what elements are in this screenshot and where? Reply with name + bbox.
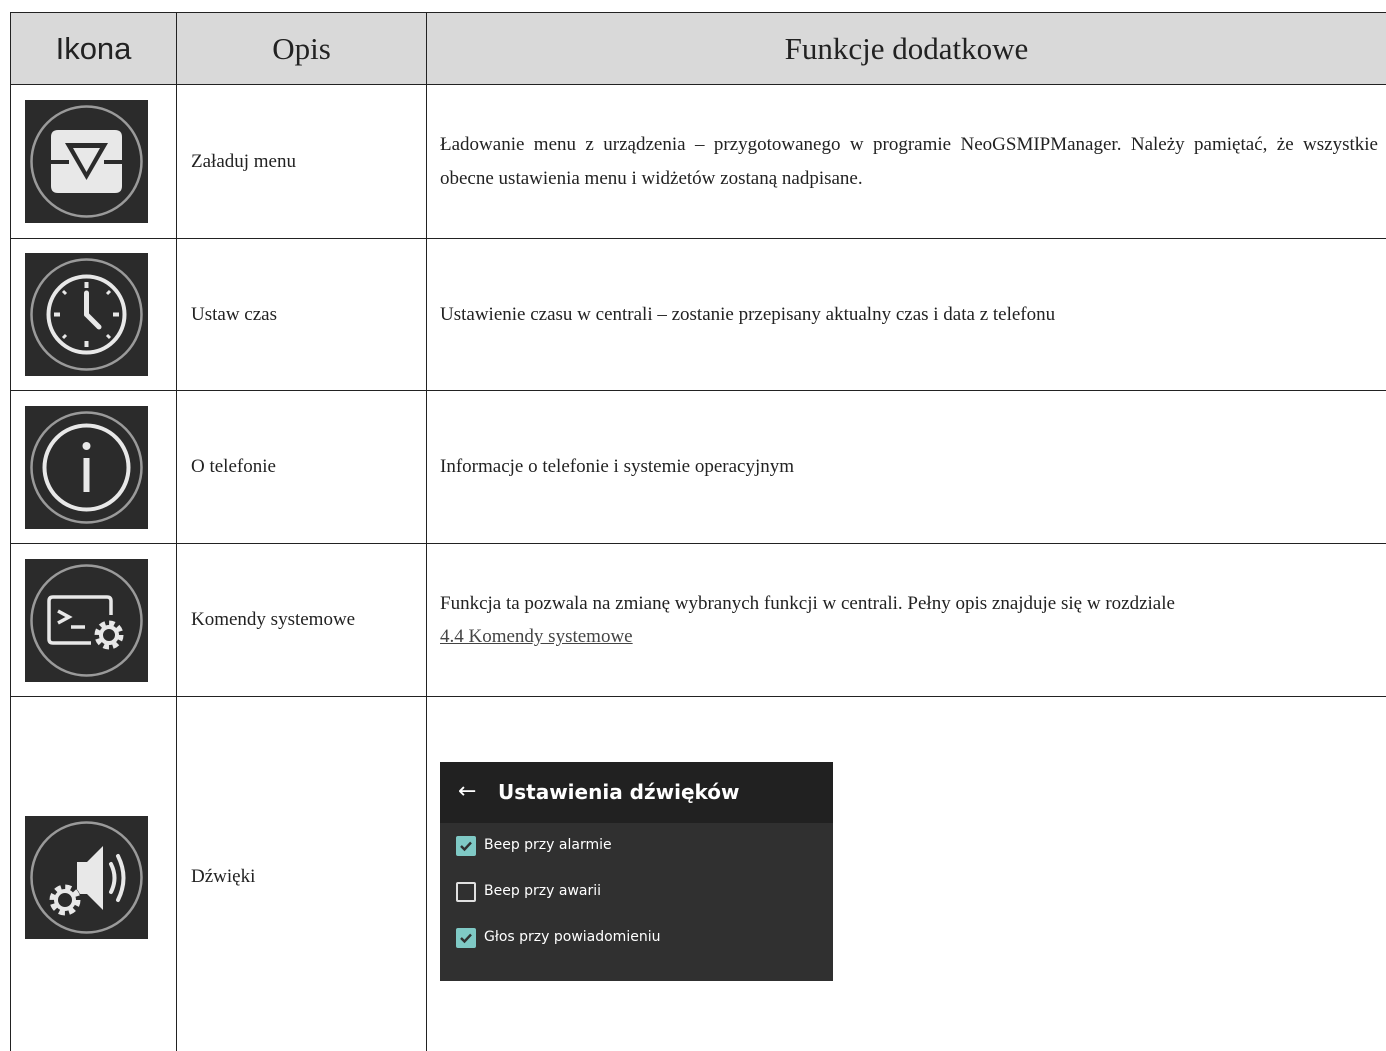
table-row: Załaduj menu Ładowanie menu z urządzenia…: [10, 84, 1386, 239]
option-label: Głos przy powiadomieniu: [484, 929, 661, 946]
header-function: Funkcje dodatkowe: [426, 12, 1386, 85]
option-beep-alarm[interactable]: Beep przy alarmie: [440, 823, 833, 869]
table-row: Komendy systemowe Funkcja ta pozwala na …: [10, 543, 1386, 697]
option-label: Beep przy alarmie: [484, 837, 612, 854]
option-voice-notification[interactable]: Głos przy powiadomieniu: [440, 915, 833, 961]
header-icon: Ikona: [10, 12, 177, 85]
row-label: Dźwięki: [176, 696, 427, 1051]
row-description: Ustawienie czasu w centrali – zostanie p…: [426, 238, 1386, 391]
option-beep-failure[interactable]: Beep przy awarii: [440, 869, 833, 915]
sound-settings-panel: ← Ustawienia dźwięków Beep przy alarmie …: [440, 761, 833, 981]
option-label: Beep przy awarii: [484, 883, 602, 900]
table-row: O telefonie Informacje o telefonie i sys…: [10, 390, 1386, 544]
clock-icon: [25, 253, 148, 376]
functions-table: Ikona Opis Funkcje dodatkowe Załaduj men…: [10, 12, 1386, 1051]
checkbox-unchecked-icon[interactable]: [456, 881, 476, 902]
table-header-row: Ikona Opis Funkcje dodatkowe: [10, 12, 1386, 85]
checkbox-checked-icon[interactable]: [456, 927, 476, 948]
row-description: Funkcja ta pozwala na zmianę wybranych f…: [440, 592, 1175, 614]
load-menu-icon: [25, 100, 148, 223]
sound-settings-header: ← Ustawienia dźwięków: [440, 761, 833, 823]
row-label: Komendy systemowe: [176, 543, 427, 697]
checkbox-checked-icon[interactable]: [456, 835, 476, 856]
row-description: Ładowanie menu z urządzenia – przygotowa…: [426, 84, 1386, 239]
row-label: Załaduj menu: [176, 84, 427, 239]
chapter-link[interactable]: 4.4 Komendy systemowe: [440, 626, 633, 647]
row-label: O telefonie: [176, 390, 427, 544]
table-row: Dźwięki ← Ustawienia dźwięków Beep przy …: [10, 696, 1386, 1051]
terminal-gear-icon: [25, 558, 148, 682]
sound-settings-title: Ustawienia dźwięków: [498, 779, 740, 804]
row-label: Ustaw czas: [176, 238, 427, 391]
info-icon: [25, 405, 148, 529]
speaker-gear-icon: [25, 815, 148, 939]
row-description: Informacje o telefonie i systemie operac…: [426, 390, 1386, 544]
table-row: Ustaw czas Ustawienie czasu w centrali –…: [10, 238, 1386, 391]
header-description: Opis: [176, 12, 427, 85]
arrow-left-icon[interactable]: ←: [458, 773, 498, 812]
